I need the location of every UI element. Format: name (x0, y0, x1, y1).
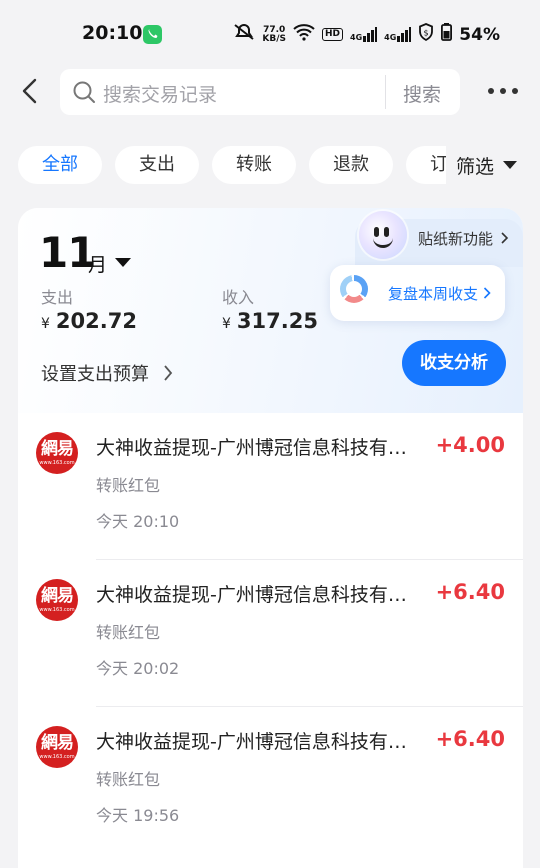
transaction-category: 转账红包 (96, 623, 161, 642)
svg-text:$: $ (424, 29, 429, 38)
hd-badge: HD (322, 28, 344, 41)
transaction-title: 大神收益提现-广州博冠信息科技有… (96, 437, 407, 459)
transaction-category: 转账红包 (96, 476, 161, 495)
back-button[interactable] (18, 78, 44, 104)
transaction-amount: +4.00 (435, 433, 505, 457)
tab-order[interactable]: 订单 (406, 146, 448, 184)
status-icons: 77.0 KB/S HD 4G 4G $ 54% (233, 23, 500, 46)
chevron-right-icon (501, 232, 508, 244)
transaction-title: 大神收益提现-广州博冠信息科技有… (96, 731, 407, 753)
transaction-category: 转账红包 (96, 770, 161, 789)
signal-icon-2: 4G (384, 27, 412, 42)
income-value: 317.25 (236, 309, 318, 333)
transaction-title: 大神收益提现-广州博冠信息科技有… (96, 584, 407, 606)
mute-icon (233, 23, 255, 46)
analysis-button[interactable]: 收支分析 (402, 340, 506, 386)
transaction-row[interactable]: 網易 www.163.com 大神收益提现-广州博冠信息科技有… +6.40 转账… (18, 707, 523, 854)
tab-all[interactable]: 全部 (18, 146, 102, 184)
month-unit[interactable]: 月 (88, 250, 107, 277)
filter-label: 筛选 (456, 155, 495, 178)
battery-icon (441, 23, 453, 46)
wifi-icon (293, 23, 315, 46)
transaction-row[interactable]: 網易 www.163.com 大神收益提现-广州博冠信息科技有… +4.00 转账… (18, 413, 523, 560)
sticker-label: 贴纸新功能 (418, 230, 494, 248)
category-tabs: 全部 支出 转账 退款 订单 (18, 146, 448, 184)
search-bar[interactable]: 搜索交易记录 搜索 (60, 69, 460, 115)
filter-button[interactable]: 筛选 (446, 146, 540, 184)
search-divider (385, 75, 386, 109)
transaction-amount: +6.40 (435, 580, 505, 604)
bill-card: 贴纸新功能 11 月 支出 ¥202.72 收入 ¥317.25 设置支出预算 … (18, 208, 523, 868)
donut-chart-icon (340, 275, 368, 303)
status-bar: 20:10 77.0 KB/S HD 4G 4G $ 54% (0, 0, 540, 66)
search-input[interactable]: 搜索交易记录 (103, 80, 217, 107)
battery-percent: 54% (459, 24, 500, 45)
netease-logo: 網易 www.163.com (36, 432, 78, 474)
income-label: 收入 (222, 288, 255, 307)
transaction-row[interactable]: 網易 www.163.com 大神收益提现-广州博冠信息科技有… +6.40 转账… (18, 560, 523, 707)
status-time: 20:10 (82, 22, 143, 44)
weekly-review-label: 复盘本周收支 (388, 283, 491, 304)
transaction-time: 今天 19:56 (96, 806, 180, 825)
chevron-right-icon (164, 365, 173, 381)
month-summary: 贴纸新功能 11 月 支出 ¥202.72 收入 ¥317.25 设置支出预算 … (18, 208, 523, 413)
sticker-link[interactable]: 贴纸新功能 (418, 228, 509, 249)
transaction-time: 今天 20:10 (96, 512, 180, 531)
expense-label: 支出 (41, 288, 74, 307)
netease-logo: 網易 www.163.com (36, 726, 78, 768)
shield-icon: $ (418, 23, 434, 46)
expense-value: 202.72 (55, 309, 137, 333)
set-budget-link[interactable]: 设置支出预算 (41, 360, 173, 386)
expense-amount: ¥202.72 (41, 309, 137, 333)
net-speed-unit: KB/S (262, 33, 286, 44)
net-speed: 77.0 KB/S (262, 25, 286, 44)
month-number[interactable]: 11 (39, 228, 96, 277)
month-dropdown-icon[interactable] (115, 258, 131, 267)
transaction-time: 今天 20:02 (96, 659, 180, 678)
budget-label: 设置支出预算 (41, 364, 149, 385)
signal-1-label: 4G (350, 33, 363, 42)
signal-icon: 4G (350, 27, 378, 42)
search-icon (72, 80, 96, 108)
tab-refund[interactable]: 退款 (309, 146, 393, 184)
weekly-review-card[interactable]: 复盘本周收支 (330, 265, 505, 321)
income-currency: ¥ (222, 316, 231, 332)
chevron-right-icon (483, 287, 491, 299)
netease-logo: 網易 www.163.com (36, 579, 78, 621)
transaction-amount: +6.40 (435, 727, 505, 751)
search-button[interactable]: 搜索 (403, 80, 441, 107)
mascot-icon[interactable] (359, 211, 407, 259)
signal-2-label: 4G (384, 33, 397, 42)
caret-down-icon (503, 161, 518, 169)
tab-transfer[interactable]: 转账 (212, 146, 296, 184)
call-active-icon (143, 25, 162, 44)
more-options-icon[interactable] (488, 88, 518, 94)
chevron-left-icon (22, 78, 37, 104)
income-amount: ¥317.25 (222, 309, 318, 333)
expense-currency: ¥ (41, 316, 50, 332)
tab-expense[interactable]: 支出 (115, 146, 199, 184)
